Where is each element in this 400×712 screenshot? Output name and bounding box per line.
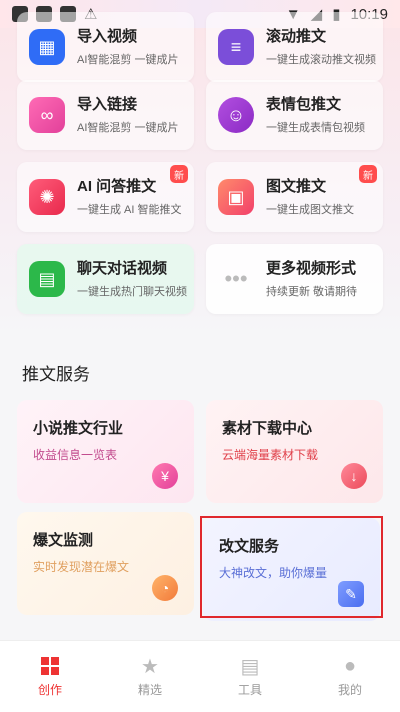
tab-me[interactable]: ● 我的: [300, 641, 400, 712]
tab-featured[interactable]: ★ 精选: [100, 641, 200, 712]
tile-more-video[interactable]: ••• 更多视频形式 持续更新 敬请期待: [206, 244, 383, 314]
partial-tile-row: ▦ 导入视频 AI智能混剪 一键成片 ≡ 滚动推文 一键生成滚动推文视频: [17, 12, 383, 82]
tile-subtitle: 持续更新 敬请期待: [266, 286, 358, 298]
bottom-tabbar: 创作 ★ 精选 ▤ 工具 ● 我的: [0, 640, 400, 712]
tile-grid: ∞ 导入链接 AI智能混剪 一键成片 ☺ 表情包推文 一键生成表情包视频 ✺ A…: [17, 80, 383, 314]
service-novel-industry[interactable]: 小说推文行业 收益信息一览表 ¥: [17, 400, 194, 503]
tile-ai-qa[interactable]: ✺ AI 问答推文 一键生成 AI 智能推文 新: [17, 162, 194, 232]
service-hot-monitor[interactable]: 爆文监测 实时发现潜在爆文 ◔: [17, 512, 194, 615]
service-title: 素材下载中心: [222, 420, 313, 437]
smile-icon: ☺: [218, 97, 254, 133]
service-title: 改文服务: [219, 538, 280, 555]
service-title: 爆文监测: [33, 532, 94, 549]
tab-label: 我的: [337, 683, 362, 697]
tile-subtitle: AI智能混剪 一键成片: [77, 54, 179, 66]
service-title: 小说推文行业: [33, 420, 124, 437]
download-icon: ↓: [341, 463, 367, 489]
new-badge: 新: [170, 165, 188, 183]
tile-subtitle: AI智能混剪 一键成片: [77, 122, 179, 134]
service-subtitle: 云端海量素材下载: [222, 448, 319, 462]
service-material-download[interactable]: 素材下载中心 云端海量素材下载 ↓: [206, 400, 383, 503]
tile-import-video[interactable]: ▦ 导入视频 AI智能混剪 一键成片: [17, 12, 194, 82]
tile-title: 导入链接: [77, 96, 138, 113]
video-icon: ▦: [29, 29, 65, 65]
tab-create[interactable]: 创作: [0, 641, 100, 712]
tile-title: 图文推文: [266, 178, 327, 195]
more-icon: •••: [224, 266, 248, 291]
grid-icon: [39, 655, 61, 677]
edit-icon: ✎: [338, 581, 364, 607]
yen-icon: ¥: [152, 463, 178, 489]
tile-subtitle: 一键生成滚动推文视频: [266, 54, 376, 66]
service-subtitle: 大神改文，助你爆量: [219, 566, 328, 580]
toolbox-icon: ▤: [240, 655, 260, 678]
tile-emoji-text[interactable]: ☺ 表情包推文 一键生成表情包视频: [206, 80, 383, 150]
tile-subtitle: 一键生成热门聊天视频: [77, 286, 187, 298]
new-badge: 新: [359, 165, 377, 183]
tab-label: 工具: [237, 683, 262, 697]
tile-scroll-text[interactable]: ≡ 滚动推文 一键生成滚动推文视频: [206, 12, 383, 82]
tile-subtitle: 一键生成 AI 智能推文: [77, 204, 182, 216]
service-rewrite[interactable]: 改文服务 大神改文，助你爆量 ✎: [203, 518, 380, 621]
ai-icon: ✺: [29, 179, 65, 215]
tile-subtitle: 一键生成图文推文: [266, 204, 354, 216]
section-title: 推文服务: [22, 365, 90, 384]
tab-label: 精选: [137, 683, 162, 697]
service-subtitle: 收益信息一览表: [33, 448, 118, 462]
chat-icon: ▤: [29, 261, 65, 297]
service-subtitle: 实时发现潜在爆文: [33, 560, 130, 574]
tile-title: AI 问答推文: [77, 178, 157, 195]
monitor-icon: ◔: [152, 575, 178, 601]
tab-tools[interactable]: ▤ 工具: [200, 641, 300, 712]
tile-subtitle: 一键生成表情包视频: [266, 122, 365, 134]
link-icon: ∞: [29, 97, 65, 133]
tile-title: 导入视频: [77, 28, 138, 45]
tab-label: 创作: [37, 683, 62, 697]
tile-title: 表情包推文: [266, 96, 342, 113]
feature-area: ▦ 导入视频 AI智能混剪 一键成片 ≡ 滚动推文 一键生成滚动推文视频 ∞ 导…: [0, 12, 400, 338]
tile-image-text[interactable]: ▣ 图文推文 一键生成图文推文 新: [206, 162, 383, 232]
tile-title: 更多视频形式: [266, 260, 357, 277]
tile-import-link[interactable]: ∞ 导入链接 AI智能混剪 一键成片: [17, 80, 194, 150]
tile-title: 聊天对话视频: [77, 260, 168, 277]
image-icon: ▣: [218, 179, 254, 215]
person-icon: ●: [343, 654, 357, 677]
star-icon: ★: [141, 655, 159, 678]
tile-chat-video[interactable]: ▤ 聊天对话视频 一键生成热门聊天视频: [17, 244, 194, 314]
tile-title: 滚动推文: [266, 28, 327, 45]
scroll-icon: ≡: [218, 29, 254, 65]
